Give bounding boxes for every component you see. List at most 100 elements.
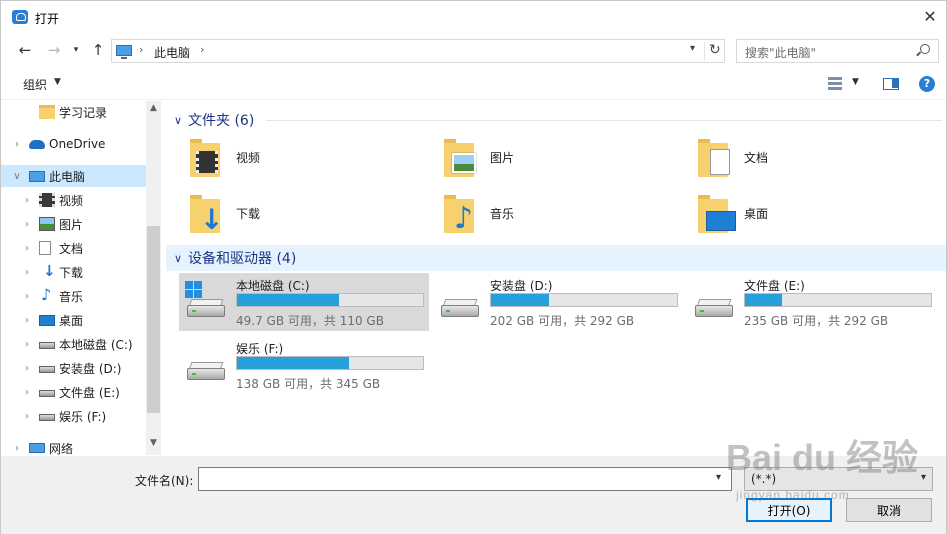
search-input[interactable]: 搜索"此电脑" [745, 44, 816, 61]
up-button[interactable]: ↑ [87, 40, 109, 60]
expand-chevron-icon[interactable]: › [21, 411, 33, 422]
expand-chevron-icon[interactable]: › [21, 387, 33, 398]
music-folder-icon: ♪ [41, 285, 52, 304]
expand-chevron-icon[interactable]: › [21, 267, 33, 278]
expand-chevron-icon[interactable]: › [21, 315, 33, 326]
scroll-up-icon[interactable]: ▲ [146, 103, 160, 117]
collapse-chevron-icon[interactable]: ∨ [11, 171, 23, 182]
preview-pane-icon[interactable] [883, 78, 899, 90]
sidebar-item-9[interactable]: › 桌面 [1, 309, 146, 331]
sidebar-scroll-thumb[interactable] [147, 226, 160, 413]
sidebar-item-4[interactable]: › 视频 [1, 189, 146, 211]
sidebar-item-10[interactable]: › 本地磁盘 (C:) [1, 333, 146, 355]
expand-chevron-icon[interactable]: › [21, 363, 33, 374]
close-button[interactable]: ✕ [918, 5, 942, 27]
sidebar-item-14[interactable]: › 网络 [1, 437, 146, 456]
sidebar-item-12[interactable]: › 文件盘 (E:) [1, 381, 146, 403]
expand-chevron-icon[interactable]: › [11, 139, 23, 150]
folder-item[interactable]: 文档 [672, 137, 912, 185]
file-name-input[interactable] [198, 467, 732, 491]
expand-chevron-icon[interactable]: › [21, 195, 33, 206]
change-view-icon[interactable] [828, 77, 842, 91]
expand-chevron-icon[interactable]: › [11, 443, 23, 454]
help-icon[interactable]: ? [919, 76, 935, 92]
breadcrumb-separator-icon[interactable]: › [139, 43, 143, 56]
chevron-down-icon: ▾ [73, 45, 79, 55]
sidebar-item-11[interactable]: › 安装盘 (D:) [1, 357, 146, 379]
arrow-up-icon: ↑ [91, 41, 105, 59]
documents-folder-icon [698, 139, 732, 177]
organize-button[interactable]: 组织 [23, 76, 47, 93]
drive-item[interactable]: 文件盘 (E:) 235 GB 可用，共 292 GB [687, 273, 937, 331]
refresh-icon[interactable]: ↻ [709, 42, 721, 58]
collapse-chevron-icon[interactable]: ∨ [174, 114, 182, 127]
expand-chevron-icon[interactable]: › [21, 339, 33, 350]
sidebar-item-2[interactable]: › OneDrive [1, 133, 146, 155]
sidebar-item-1[interactable]: 学习记录 [1, 101, 146, 123]
expand-chevron-icon[interactable]: › [21, 219, 33, 230]
file-name-dropdown-icon[interactable]: ▾ [716, 472, 721, 483]
drive-name: 文件盘 (E:) [744, 279, 805, 293]
drive-icon [39, 390, 55, 397]
cancel-button[interactable]: 取消 [846, 498, 932, 522]
breadcrumb-this-pc[interactable]: 此电脑 [154, 44, 190, 61]
folder-item[interactable]: 桌面 [672, 193, 912, 241]
sidebar-item-label: 本地磁盘 (C:) [59, 337, 133, 352]
sidebar-item-3[interactable]: ∨ 此电脑 [1, 165, 146, 187]
sidebar-item-13[interactable]: › 娱乐 (F:) [1, 405, 146, 427]
breadcrumb-separator-icon[interactable]: › [200, 43, 204, 56]
drive-item[interactable]: 本地磁盘 (C:) 49.7 GB 可用，共 110 GB [179, 273, 429, 331]
drives-group-header[interactable]: ∨ 设备和驱动器 (4) [166, 245, 946, 271]
expand-chevron-icon[interactable]: › [21, 243, 33, 254]
view-dropdown-icon[interactable]: ▼ [852, 77, 859, 87]
address-bar[interactable]: › 此电脑 › ▾ ↻ [111, 39, 725, 63]
folder-label: 下载 [236, 207, 261, 221]
drive-item[interactable]: 安装盘 (D:) 202 GB 可用，共 292 GB [433, 273, 683, 331]
video-folder-icon [190, 139, 224, 177]
search-icon[interactable] [920, 44, 930, 54]
folder-item[interactable]: 图片 [418, 137, 658, 185]
arrow-right-icon: → [47, 41, 61, 59]
forward-button[interactable]: → [43, 40, 65, 60]
group-divider [266, 120, 942, 121]
folders-group-header[interactable]: ∨ 文件夹 (6) [166, 107, 946, 133]
sidebar-item-7[interactable]: › ↓ 下载 [1, 261, 146, 283]
hard-drive-icon [187, 299, 225, 319]
title-bar: 打开 ✕ [1, 1, 946, 33]
collapse-chevron-icon[interactable]: ∨ [174, 252, 182, 265]
drive-usage-bar [490, 293, 678, 307]
scroll-down-icon[interactable]: ▼ [146, 438, 160, 452]
folder-item[interactable]: ↓ 下载 [164, 193, 404, 241]
drive-item[interactable]: 娱乐 (F:) 138 GB 可用，共 345 GB [179, 336, 429, 394]
back-button[interactable]: ← [14, 40, 36, 60]
expand-chevron-icon[interactable]: › [21, 291, 33, 302]
sidebar-item-label: 图片 [59, 217, 84, 232]
hard-drive-icon [187, 362, 225, 382]
folder-label: 视频 [236, 151, 261, 165]
video-folder-icon [39, 193, 55, 207]
sidebar-item-8[interactable]: › ♪ 音乐 [1, 285, 146, 307]
sidebar-item-label: 下载 [59, 265, 84, 280]
drive-space-info: 235 GB 可用，共 292 GB [744, 314, 889, 328]
drive-name: 娱乐 (F:) [236, 342, 284, 356]
folder-item[interactable]: 视频 [164, 137, 404, 185]
sidebar-item-label: 桌面 [59, 313, 84, 328]
search-box[interactable]: 搜索"此电脑" [736, 39, 939, 63]
sidebar-item-5[interactable]: › 图片 [1, 213, 146, 235]
navigation-bar: ← → ▾ ↑ › 此电脑 › ▾ ↻ 搜索"此电脑" [1, 34, 946, 68]
music-folder-icon: ♪ [444, 195, 478, 236]
drive-usage-fill [237, 357, 349, 369]
recent-locations-button[interactable]: ▾ [65, 40, 87, 60]
organize-dropdown-icon[interactable]: ▼ [54, 77, 61, 87]
desktop-folder-icon [39, 315, 55, 326]
drive-space-info: 49.7 GB 可用，共 110 GB [236, 314, 384, 328]
download-folder-icon: ↓ [190, 195, 224, 236]
download-folder-icon: ↓ [43, 262, 56, 280]
sidebar-item-label: 学习记录 [59, 105, 108, 120]
sidebar-item-label: 音乐 [59, 289, 84, 304]
sidebar-item-6[interactable]: › 文档 [1, 237, 146, 259]
folder-label: 文档 [744, 151, 769, 165]
folder-item[interactable]: ♪ 音乐 [418, 193, 658, 241]
sidebar-item-label: 娱乐 (F:) [59, 409, 107, 424]
address-dropdown-icon[interactable]: ▾ [690, 43, 695, 54]
